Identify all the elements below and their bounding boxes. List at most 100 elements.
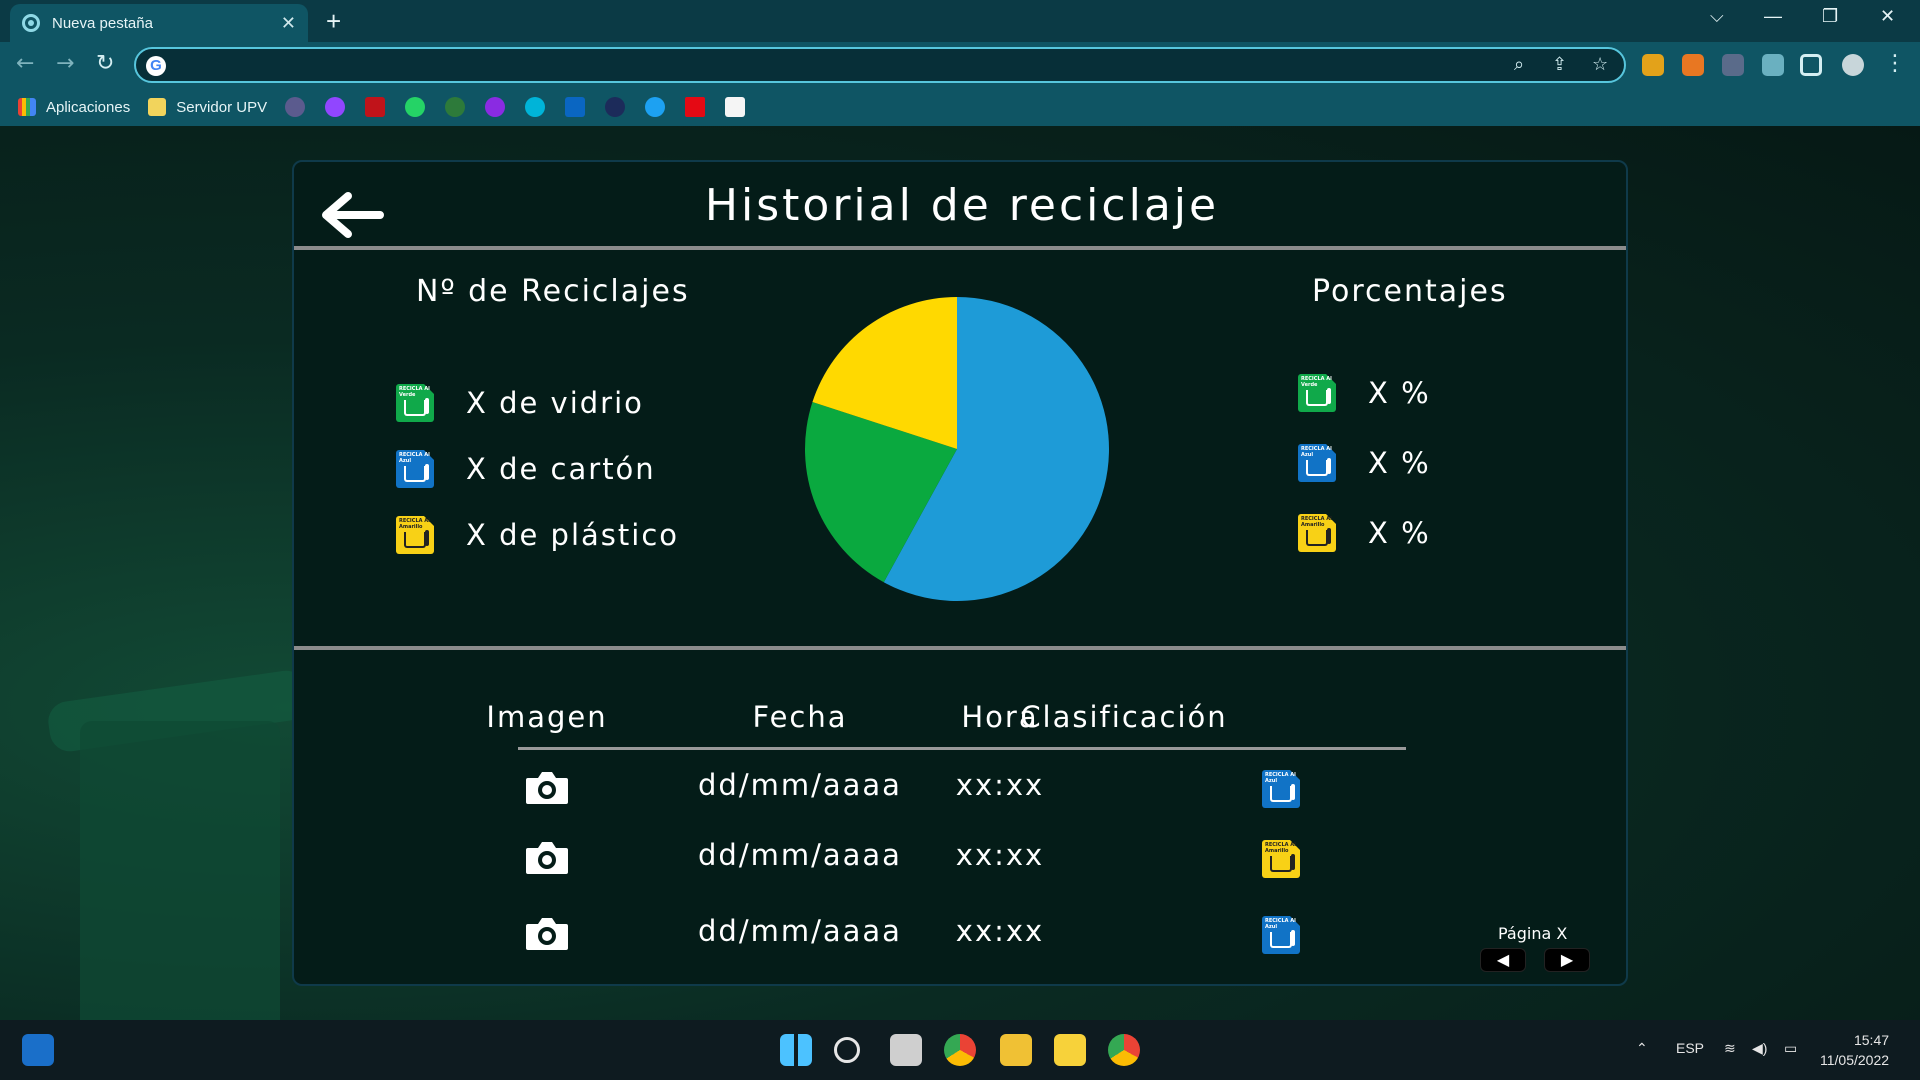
folder-icon (148, 98, 167, 116)
google-icon: G (146, 56, 166, 76)
recycle-blue-icon: RECICLA Al Azul (1298, 444, 1336, 482)
recycle-yellow-icon: RECICLA Al Amarillo (1298, 514, 1336, 552)
bookmark-star-icon[interactable]: ☆ (1592, 54, 1608, 75)
recycle-blue-icon: RECICLA Al Azul (1262, 916, 1300, 954)
recycle-blue-icon: RECICLA Al Azul (396, 450, 434, 488)
bookmark-label: Servidor UPV (176, 98, 268, 116)
bookmark-twitter-icon[interactable] (645, 97, 666, 117)
chrome-icon[interactable] (944, 1034, 976, 1066)
back-nav-icon[interactable]: ← (16, 51, 34, 76)
share-icon[interactable]: ⇪ (1552, 54, 1567, 75)
ublock-extension-icon[interactable] (1722, 54, 1744, 76)
start-menu-icon[interactable] (780, 1034, 812, 1066)
percent-row-glass: RECICLA Al Verde X % (1298, 374, 1431, 412)
metamask-extension-icon[interactable] (1682, 54, 1704, 76)
menu-kebab-icon[interactable]: ⋮ (1884, 51, 1906, 76)
minimize-button[interactable]: — (1764, 6, 1782, 27)
bookmark-whatsapp-icon[interactable] (405, 97, 426, 117)
recycle-green-icon: RECICLA Al Verde (1298, 374, 1336, 412)
new-tab-button[interactable]: + (326, 6, 341, 37)
row-time: xx:xx (955, 914, 1045, 948)
bookmark-label: Aplicaciones (46, 98, 131, 116)
column-header-imagen: Imagen (486, 700, 608, 734)
camera-icon[interactable] (524, 770, 570, 806)
column-header-clasificacion: Clasificación (1020, 700, 1228, 734)
count-row-cardboard: RECICLA Al Azul X de cartón (396, 450, 656, 488)
row-time: xx:xx (955, 838, 1045, 872)
bookmark-aplicaciones[interactable]: Aplicaciones (18, 98, 130, 116)
side-panel-icon[interactable] (1800, 54, 1822, 76)
extensions-puzzle-icon[interactable] (1762, 54, 1784, 76)
file-explorer-icon[interactable] (1000, 1034, 1032, 1066)
recycle-yellow-icon: RECICLA Al Amarillo (396, 516, 434, 554)
tray-overflow-icon[interactable]: ⌃ (1636, 1040, 1648, 1057)
percent-row-cardboard: RECICLA Al Azul X % (1298, 444, 1431, 482)
crown-extension-icon[interactable] (1642, 54, 1664, 76)
bookmark-linkedin-icon[interactable] (565, 97, 586, 117)
percentages-title: Porcentajes (1312, 274, 1508, 309)
header-divider (294, 246, 1626, 250)
recycling-history-panel: Historial de reciclaje Nº de Reciclajes … (292, 160, 1628, 986)
count-row-glass: RECICLA Al Verde X de vidrio (396, 384, 644, 422)
count-label: X de vidrio (466, 386, 644, 420)
counts-title: Nº de Reciclajes (416, 274, 690, 309)
restore-button[interactable]: ❐ (1822, 6, 1838, 27)
row-time: xx:xx (955, 768, 1045, 802)
bookmark-paypal-icon[interactable] (605, 97, 626, 117)
forward-nav-icon[interactable]: → (56, 51, 74, 76)
recycle-blue-icon: RECICLA Al Azul (1262, 770, 1300, 808)
reload-icon[interactable]: ↻ (96, 51, 114, 76)
system-clock[interactable]: 15:47 11/05/2022 (1820, 1030, 1889, 1070)
count-label: X de cartón (466, 452, 656, 486)
battery-icon[interactable]: ▭ (1784, 1040, 1797, 1057)
bookmark-chess-icon[interactable] (445, 97, 466, 117)
chrome-favicon-icon (22, 14, 40, 32)
next-page-button[interactable]: ▶ (1544, 948, 1590, 972)
tab-close-icon[interactable]: ✕ (281, 13, 296, 34)
browser-toolbar: ← → ↻ G ⌕ ⇪ ☆ ⋮ (0, 42, 1920, 88)
camera-icon[interactable] (524, 840, 570, 876)
recycle-yellow-icon: RECICLA Al Amarillo (1262, 840, 1300, 878)
bookmark-upv-icon[interactable] (365, 97, 386, 117)
bookmark-c-icon[interactable] (525, 97, 546, 117)
language-indicator[interactable]: ESP (1676, 1040, 1704, 1056)
tab-search-icon[interactable]: ⌵ (1710, 6, 1724, 27)
bookmark-p-icon[interactable] (285, 97, 306, 117)
section-divider (294, 646, 1626, 650)
recycling-pie-chart (805, 297, 1109, 601)
zoom-icon[interactable]: ⌕ (1514, 54, 1524, 75)
bookmark-u-icon[interactable] (485, 97, 506, 117)
bookmark-servidor-upv[interactable]: Servidor UPV (148, 98, 267, 116)
address-bar[interactable]: G ⌕ ⇪ ☆ (134, 47, 1626, 83)
tab-title: Nueva pestaña (52, 14, 153, 32)
count-label: X de plástico (466, 518, 680, 552)
sticky-notes-icon[interactable] (1054, 1034, 1086, 1066)
close-window-button[interactable]: ✕ (1880, 6, 1895, 27)
clock-date: 11/05/2022 (1820, 1052, 1890, 1068)
task-view-icon[interactable] (890, 1034, 922, 1066)
count-row-plastic: RECICLA Al Amarillo X de plástico (396, 516, 679, 554)
search-icon[interactable] (834, 1037, 860, 1063)
tab-strip: Nueva pestaña ✕ + ⌵ — ❐ ✕ (0, 0, 1920, 42)
bookmarks-bar: Aplicaciones Servidor UPV (0, 88, 1920, 126)
prev-page-button[interactable]: ◀ (1480, 948, 1526, 972)
profile-avatar[interactable] (1842, 54, 1864, 76)
apps-grid-icon (18, 98, 36, 116)
page-indicator: Página X (1498, 924, 1568, 943)
widgets-icon[interactable] (22, 1034, 54, 1066)
clock-time: 15:47 (1853, 1032, 1890, 1048)
percent-row-plastic: RECICLA Al Amarillo X % (1298, 514, 1431, 552)
bookmark-twitch-icon[interactable] (325, 97, 346, 117)
camera-icon[interactable] (524, 916, 570, 952)
chrome-active-icon[interactable] (1108, 1034, 1140, 1066)
bookmark-netflix-icon[interactable] (685, 97, 706, 117)
percent-label: X % (1368, 376, 1431, 410)
bookmark-todoist-icon[interactable] (725, 97, 746, 117)
page-title: Historial de reciclaje (704, 180, 1220, 231)
percent-label: X % (1368, 446, 1431, 480)
wifi-icon[interactable]: ≋ (1724, 1040, 1736, 1057)
browser-tab[interactable]: Nueva pestaña ✕ (10, 4, 308, 42)
recycle-green-icon: RECICLA Al Verde (396, 384, 434, 422)
volume-icon[interactable]: ◀) (1752, 1040, 1767, 1057)
table-header-underline (518, 747, 1406, 750)
